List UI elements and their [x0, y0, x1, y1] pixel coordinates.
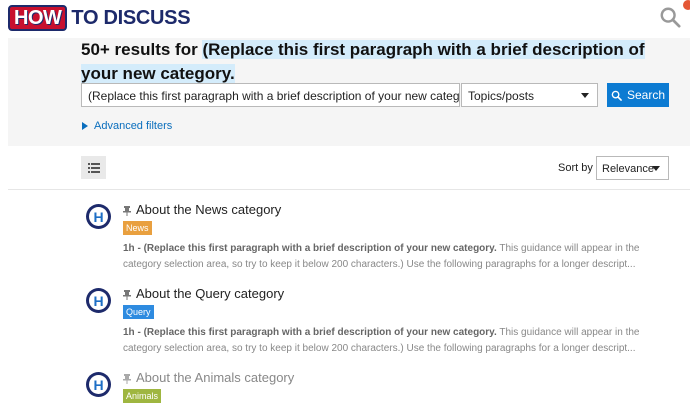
logo-to-discuss: TO DISCUSS [71, 6, 191, 29]
sort-label: Sort by [558, 162, 593, 174]
advanced-filters-label: Advanced filters [94, 120, 173, 132]
pin-icon [123, 290, 131, 300]
advanced-filters-toggle[interactable]: Advanced filters [82, 120, 172, 132]
list-icon [87, 162, 100, 173]
category-badge[interactable]: News [123, 221, 152, 235]
search-panel: 50+ results for (Replace this first para… [8, 38, 690, 146]
pin-icon [123, 374, 131, 384]
logo-box: HOW [8, 5, 68, 31]
results-heading: 50+ results for (Replace this first para… [81, 38, 681, 86]
avatar[interactable]: H [86, 372, 111, 397]
search-type-select[interactable]: Topics/posts [461, 83, 598, 107]
search-icon [611, 90, 622, 101]
search-icon[interactable] [659, 6, 681, 28]
sort-select[interactable]: Relevance [596, 156, 669, 180]
result-blurb: 1h - (Replace this first paragraph with … [123, 327, 640, 354]
search-button-label: Search [626, 88, 666, 102]
site-logo[interactable]: HOW TO DISCUSS [8, 5, 191, 31]
avatar[interactable]: H [86, 288, 111, 313]
result-time: 1h [123, 243, 135, 254]
result-highlight: (Replace this first paragraph with a bri… [143, 243, 497, 254]
result-time: 1h [123, 327, 135, 338]
category-badge[interactable]: Query [123, 305, 154, 319]
sort-value: Relevance [602, 163, 654, 175]
category-badge[interactable]: Animals [123, 389, 162, 403]
topic-title[interactable]: About the Animals category [136, 370, 294, 385]
logo-how: HOW [14, 6, 62, 29]
pin-icon [123, 206, 131, 216]
site-header: HOW TO DISCUSS [0, 0, 690, 38]
notification-dot[interactable] [683, 0, 690, 10]
divider [8, 189, 690, 190]
bulk-select-toggle[interactable] [81, 156, 106, 179]
result-blurb: 1h - (Replace this first paragraph with … [123, 243, 640, 270]
search-button[interactable]: Search [607, 83, 669, 107]
results-count: 50+ results for [81, 40, 198, 59]
avatar[interactable]: H [86, 204, 111, 229]
result-highlight: (Replace this first paragraph with a bri… [143, 327, 497, 338]
caret-down-icon [652, 166, 660, 171]
search-type-value: Topics/posts [468, 89, 535, 103]
topic-title[interactable]: About the News category [136, 202, 281, 217]
search-input[interactable]: (Replace this first paragraph with a bri… [81, 83, 460, 107]
caret-right-icon [82, 122, 88, 130]
topic-title[interactable]: About the Query category [136, 286, 284, 301]
caret-down-icon [581, 93, 589, 98]
